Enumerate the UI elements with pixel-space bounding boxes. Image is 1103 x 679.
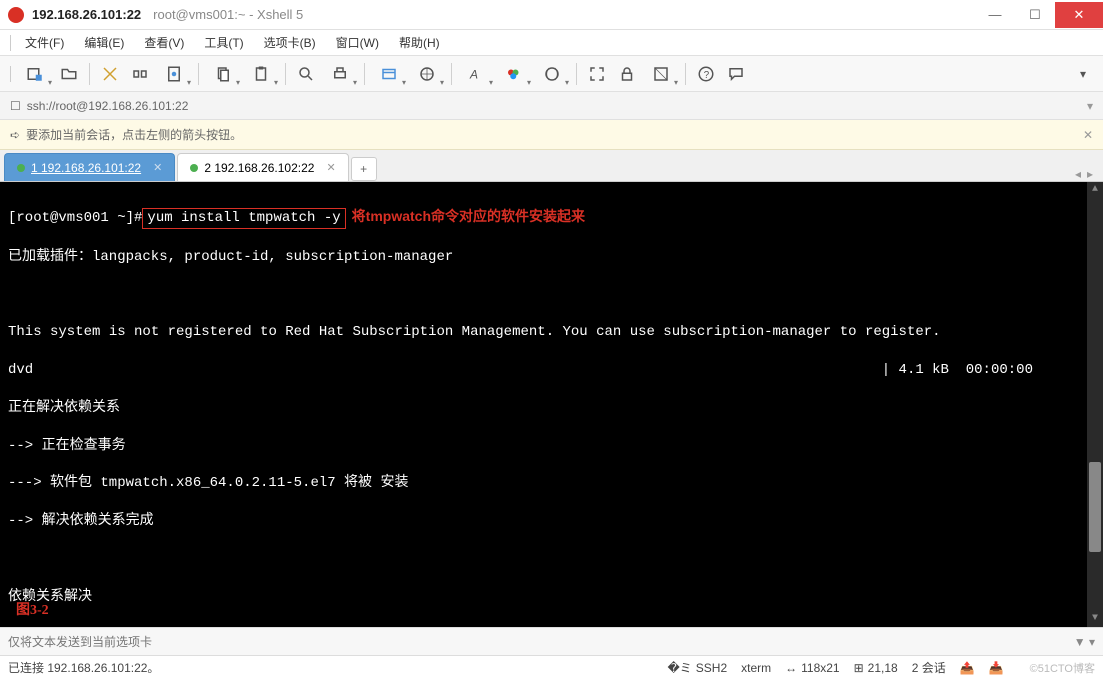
status-termtype: xterm <box>741 661 771 675</box>
status-cursor: ⊞ 21,18 <box>854 661 898 675</box>
menu-view[interactable]: 查看(V) <box>134 31 194 54</box>
web-button[interactable]: ▾ <box>409 60 445 88</box>
annotation-text: 将tmpwatch命令对应的软件安装起来 <box>352 207 585 226</box>
new-session-button[interactable]: ▾ <box>17 60 53 88</box>
tab-next-icon[interactable]: ▸ <box>1087 167 1093 181</box>
scrollbar[interactable]: ▲ ▼ <box>1087 182 1103 627</box>
print-button[interactable]: ▾ <box>322 60 358 88</box>
menu-tools[interactable]: 工具(T) <box>194 31 253 54</box>
xftp-button[interactable]: ▾ <box>371 60 407 88</box>
tab-label: 1 192.168.26.101:22 <box>31 161 141 175</box>
status-up-icon[interactable]: 📤 <box>960 661 975 675</box>
font-button[interactable]: A▾ <box>458 60 494 88</box>
tab-session-1[interactable]: 1 192.168.26.101:22 ✕ <box>4 153 175 181</box>
figure-label: 图3-2 <box>16 602 49 621</box>
terminal-line: dvd | 4.1 kB 00:00:00 <box>8 361 1095 380</box>
encoding-button[interactable]: ▾ <box>534 60 570 88</box>
tab-strip: 1 192.168.26.101:22 ✕ 2 192.168.26.102:2… <box>0 150 1103 182</box>
address-overflow[interactable]: ▾ <box>1087 99 1093 113</box>
close-button[interactable]: ✕ <box>1055 2 1103 28</box>
terminal-line: --> 正在检查事务 <box>8 437 1095 456</box>
tab-nav: ◂ ▸ <box>1075 167 1099 181</box>
find-button[interactable] <box>292 60 320 88</box>
scroll-down-icon[interactable]: ▼ <box>1087 611 1103 627</box>
window-subtitle: root@vms001:~ - Xshell 5 <box>153 7 303 22</box>
scroll-up-icon[interactable]: ▲ <box>1087 182 1103 198</box>
app-icon <box>8 7 24 23</box>
chat-button[interactable] <box>722 60 750 88</box>
menu-window[interactable]: 窗口(W) <box>326 31 389 54</box>
color-button[interactable]: ▾ <box>496 60 532 88</box>
address-text[interactable]: ssh://root@192.168.26.101:22 <box>27 99 189 113</box>
arrow-icon[interactable]: ➪ <box>10 128 20 142</box>
command-highlight: yum install tmpwatch -y <box>142 208 345 229</box>
reconnect-button[interactable] <box>96 60 124 88</box>
status-size: ↔ 118x21 <box>785 661 839 675</box>
status-protocol: �ミ SSH2 <box>667 659 727 676</box>
terminal-line: 已加载插件：langpacks, product-id, subscriptio… <box>8 248 1095 267</box>
window-title: 192.168.26.101:22 <box>32 7 141 22</box>
svg-text:?: ? <box>704 69 710 80</box>
transparency-button[interactable]: ▾ <box>643 60 679 88</box>
toolbar-overflow[interactable]: ▾ <box>1069 60 1097 88</box>
watermark: ©51CTO博客 <box>1030 660 1095 676</box>
tab-session-2[interactable]: 2 192.168.26.102:22 ✕ <box>177 153 348 181</box>
input-footer: ▼ ▾ <box>0 627 1103 655</box>
tab-close-icon[interactable]: ✕ <box>326 161 335 174</box>
menu-help[interactable]: 帮助(H) <box>389 31 450 54</box>
toolbar: ▾ ▾ ▾ ▾ ▾ ▾ ▾ A▾ ▾ ▾ ▾ ? ▾ <box>0 56 1103 92</box>
terminal-line: --> 解决依赖关系完成 <box>8 512 1095 531</box>
terminal-line: 正在解决依赖关系 <box>8 399 1095 418</box>
terminal-line: 依赖关系解决 <box>8 588 1095 607</box>
maximize-button[interactable]: ☐ <box>1015 2 1055 28</box>
tab-close-icon[interactable]: ✕ <box>153 161 162 174</box>
status-down-icon[interactable]: 📥 <box>989 661 1004 675</box>
scroll-thumb[interactable] <box>1089 462 1101 552</box>
tab-label: 2 192.168.26.102:22 <box>204 161 314 175</box>
terminal[interactable]: [root@vms001 ~]# yum install tmpwatch -y… <box>0 182 1103 627</box>
shell-prompt: [root@vms001 ~]# <box>8 209 142 228</box>
help-button[interactable]: ? <box>692 60 720 88</box>
minimize-button[interactable]: — <box>975 2 1015 28</box>
fullscreen-button[interactable] <box>583 60 611 88</box>
info-text: 要添加当前会话，点击左侧的箭头按钮。 <box>26 126 242 143</box>
status-dot-icon <box>190 164 198 172</box>
copy-button[interactable]: ▾ <box>205 60 241 88</box>
disconnect-button[interactable] <box>126 60 154 88</box>
open-session-button[interactable] <box>55 60 83 88</box>
terminal-line: ---> 软件包 tmpwatch.x86_64.0.2.11-5.el7 将被… <box>8 474 1095 493</box>
info-bar: ➪ 要添加当前会话，点击左侧的箭头按钮。 ✕ <box>0 120 1103 150</box>
menu-tabs[interactable]: 选项卡(B) <box>254 31 326 54</box>
address-bar: ☐ ssh://root@192.168.26.101:22 ▾ <box>0 92 1103 120</box>
tab-prev-icon[interactable]: ◂ <box>1075 167 1081 181</box>
menu-file[interactable]: 文件(F) <box>15 31 74 54</box>
status-bar: 已连接 192.168.26.101:22。 �ミ SSH2 xterm ↔ 1… <box>0 655 1103 679</box>
info-close-button[interactable]: ✕ <box>1083 128 1093 142</box>
menu-bar: 文件(F) 编辑(E) 查看(V) 工具(T) 选项卡(B) 窗口(W) 帮助(… <box>0 30 1103 56</box>
bookmark-icon[interactable]: ☐ <box>10 99 21 113</box>
tab-add-button[interactable]: + <box>351 157 377 181</box>
broadcast-menu-button[interactable]: ▼ ▾ <box>1074 635 1095 649</box>
broadcast-input[interactable] <box>8 635 1068 649</box>
paste-button[interactable]: ▾ <box>243 60 279 88</box>
status-connection: 已连接 192.168.26.101:22。 <box>8 659 159 676</box>
lock-button[interactable] <box>613 60 641 88</box>
title-bar: 192.168.26.101:22 root@vms001:~ - Xshell… <box>0 0 1103 30</box>
status-dot-icon <box>17 164 25 172</box>
svg-text:A: A <box>469 67 478 81</box>
menu-edit[interactable]: 编辑(E) <box>74 31 134 54</box>
properties-button[interactable]: ▾ <box>156 60 192 88</box>
status-sessions: 2 会话 <box>912 659 946 676</box>
terminal-line: This system is not registered to Red Hat… <box>8 323 1095 342</box>
